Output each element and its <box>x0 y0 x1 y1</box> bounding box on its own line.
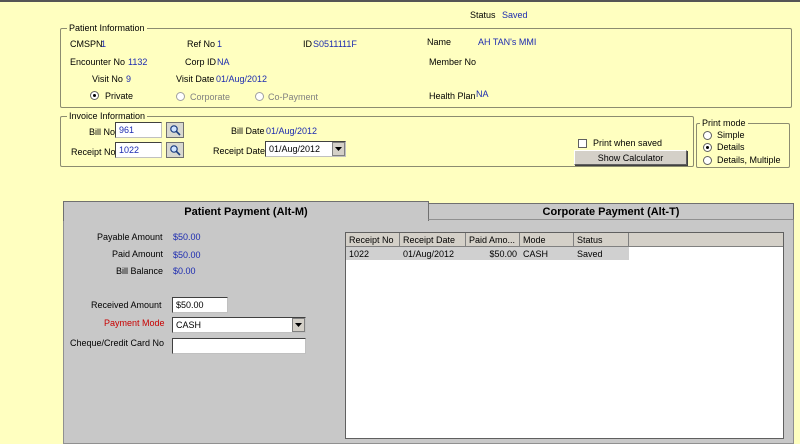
print-mode-simple-label: Simple <box>717 130 745 140</box>
health-plan-value: NA <box>476 89 489 99</box>
status-value: Saved <box>502 10 528 20</box>
corp-id-value: NA <box>217 57 230 67</box>
radio-co-payment[interactable] <box>255 92 264 101</box>
id-label: ID <box>303 39 312 49</box>
payment-mode-dropdown-button[interactable] <box>292 318 305 332</box>
paid-amount-value: $50.00 <box>173 250 201 260</box>
chevron-down-icon <box>295 323 302 327</box>
print-mode-simple-radio[interactable] <box>703 131 712 140</box>
visit-date-label: Visit Date <box>176 74 215 84</box>
corp-id-label: Corp ID <box>185 57 217 67</box>
payment-mode-select[interactable]: CASH <box>172 317 306 333</box>
tab-patient-payment[interactable]: Patient Payment (Alt-M) <box>63 201 429 221</box>
bill-no-label: Bill No <box>89 127 116 137</box>
patient-information-group: Patient Information <box>60 23 792 108</box>
encounter-no-value: 1132 <box>128 57 148 67</box>
table-cell-receipt-no: 1022 <box>346 247 400 260</box>
print-mode-details-multiple-label: Details, Multiple <box>717 155 781 165</box>
payable-amount-label: Payable Amount <box>97 232 163 242</box>
radio-corporate-label: Corporate <box>190 92 231 102</box>
receipt-date-label: Receipt Date <box>213 146 266 156</box>
invoice-information-legend: Invoice Information <box>67 111 148 121</box>
bill-balance-label: Bill Balance <box>116 266 164 276</box>
payment-mode-value: CASH <box>176 320 202 330</box>
bill-date-value: 01/Aug/2012 <box>266 126 318 136</box>
health-plan-label: Health Plan <box>429 91 476 101</box>
receipts-table[interactable]: Receipt No Receipt Date Paid Amo... Mode… <box>345 232 784 439</box>
chevron-down-icon <box>335 147 342 151</box>
table-header-filler <box>629 233 783 247</box>
print-mode-legend: Print mode <box>700 118 748 128</box>
visit-no-label: Visit No <box>92 74 123 84</box>
table-cell-mode: CASH <box>520 247 574 260</box>
receipt-date-combo[interactable]: 01/Aug/2012 <box>265 141 346 157</box>
table-cell-status: Saved <box>574 247 629 260</box>
print-mode-details-label: Details <box>717 142 745 152</box>
radio-private-label: Private <box>105 91 134 101</box>
receipt-date-value: 01/Aug/2012 <box>269 144 321 154</box>
radio-co-payment-label: Co-Payment <box>268 92 319 102</box>
bill-no-input[interactable]: 961 <box>115 122 162 138</box>
receipt-no-input[interactable]: 1022 <box>115 142 162 158</box>
bill-balance-value: $0.00 <box>173 266 196 276</box>
table-header-mode[interactable]: Mode <box>520 233 574 247</box>
ref-no-value: 1 <box>217 39 223 49</box>
table-cell-receipt-date: 01/Aug/2012 <box>400 247 466 260</box>
paid-amount-label: Paid Amount <box>112 249 164 259</box>
search-icon <box>170 125 181 136</box>
table-header-paid-amount[interactable]: Paid Amo... <box>466 233 520 247</box>
table-header-status[interactable]: Status <box>574 233 629 247</box>
print-when-saved-checkbox[interactable] <box>578 139 587 148</box>
name-value: AH TAN's MMI <box>478 37 537 47</box>
payment-mode-label: Payment Mode <box>104 318 165 328</box>
received-amount-input[interactable]: $50.00 <box>172 297 228 313</box>
ref-no-label: Ref No <box>187 39 216 49</box>
cmspn-label: CMSPN <box>70 39 103 49</box>
payable-amount-value: $50.00 <box>173 232 201 242</box>
tab-corporate-payment[interactable]: Corporate Payment (Alt-T) <box>428 203 794 220</box>
cheque-card-no-input[interactable] <box>172 338 306 354</box>
radio-private[interactable] <box>90 91 99 100</box>
received-amount-label: Received Amount <box>91 300 162 310</box>
receipt-no-label: Receipt No <box>71 147 116 157</box>
bill-date-label: Bill Date <box>231 126 265 136</box>
patient-information-legend: Patient Information <box>67 23 147 33</box>
cheque-card-no-label: Cheque/Credit Card No <box>70 338 165 348</box>
print-mode-details-radio[interactable] <box>703 143 712 152</box>
receipt-no-search-button[interactable] <box>166 142 184 158</box>
member-no-label: Member No <box>429 57 477 67</box>
encounter-no-label: Encounter No <box>70 57 126 67</box>
bill-no-search-button[interactable] <box>166 122 184 138</box>
receipt-date-dropdown-button[interactable] <box>332 142 345 156</box>
print-when-saved-label: Print when saved <box>593 138 663 148</box>
table-header-receipt-no[interactable]: Receipt No <box>346 233 400 247</box>
visit-date-value: 01/Aug/2012 <box>216 74 268 84</box>
id-value: S0511111F <box>313 39 357 49</box>
print-mode-details-multiple-radio[interactable] <box>703 156 712 165</box>
window-top-border <box>0 0 800 2</box>
table-header-receipt-date[interactable]: Receipt Date <box>400 233 466 247</box>
table-cell-paid-amount: $50.00 <box>466 247 520 260</box>
radio-corporate[interactable] <box>176 92 185 101</box>
visit-no-value: 9 <box>126 74 132 84</box>
cmspn-value: 1 <box>101 39 107 49</box>
search-icon <box>170 145 181 156</box>
status-label: Status <box>470 10 496 20</box>
name-label: Name <box>427 37 452 47</box>
show-calculator-button[interactable]: Show Calculator <box>574 150 687 165</box>
